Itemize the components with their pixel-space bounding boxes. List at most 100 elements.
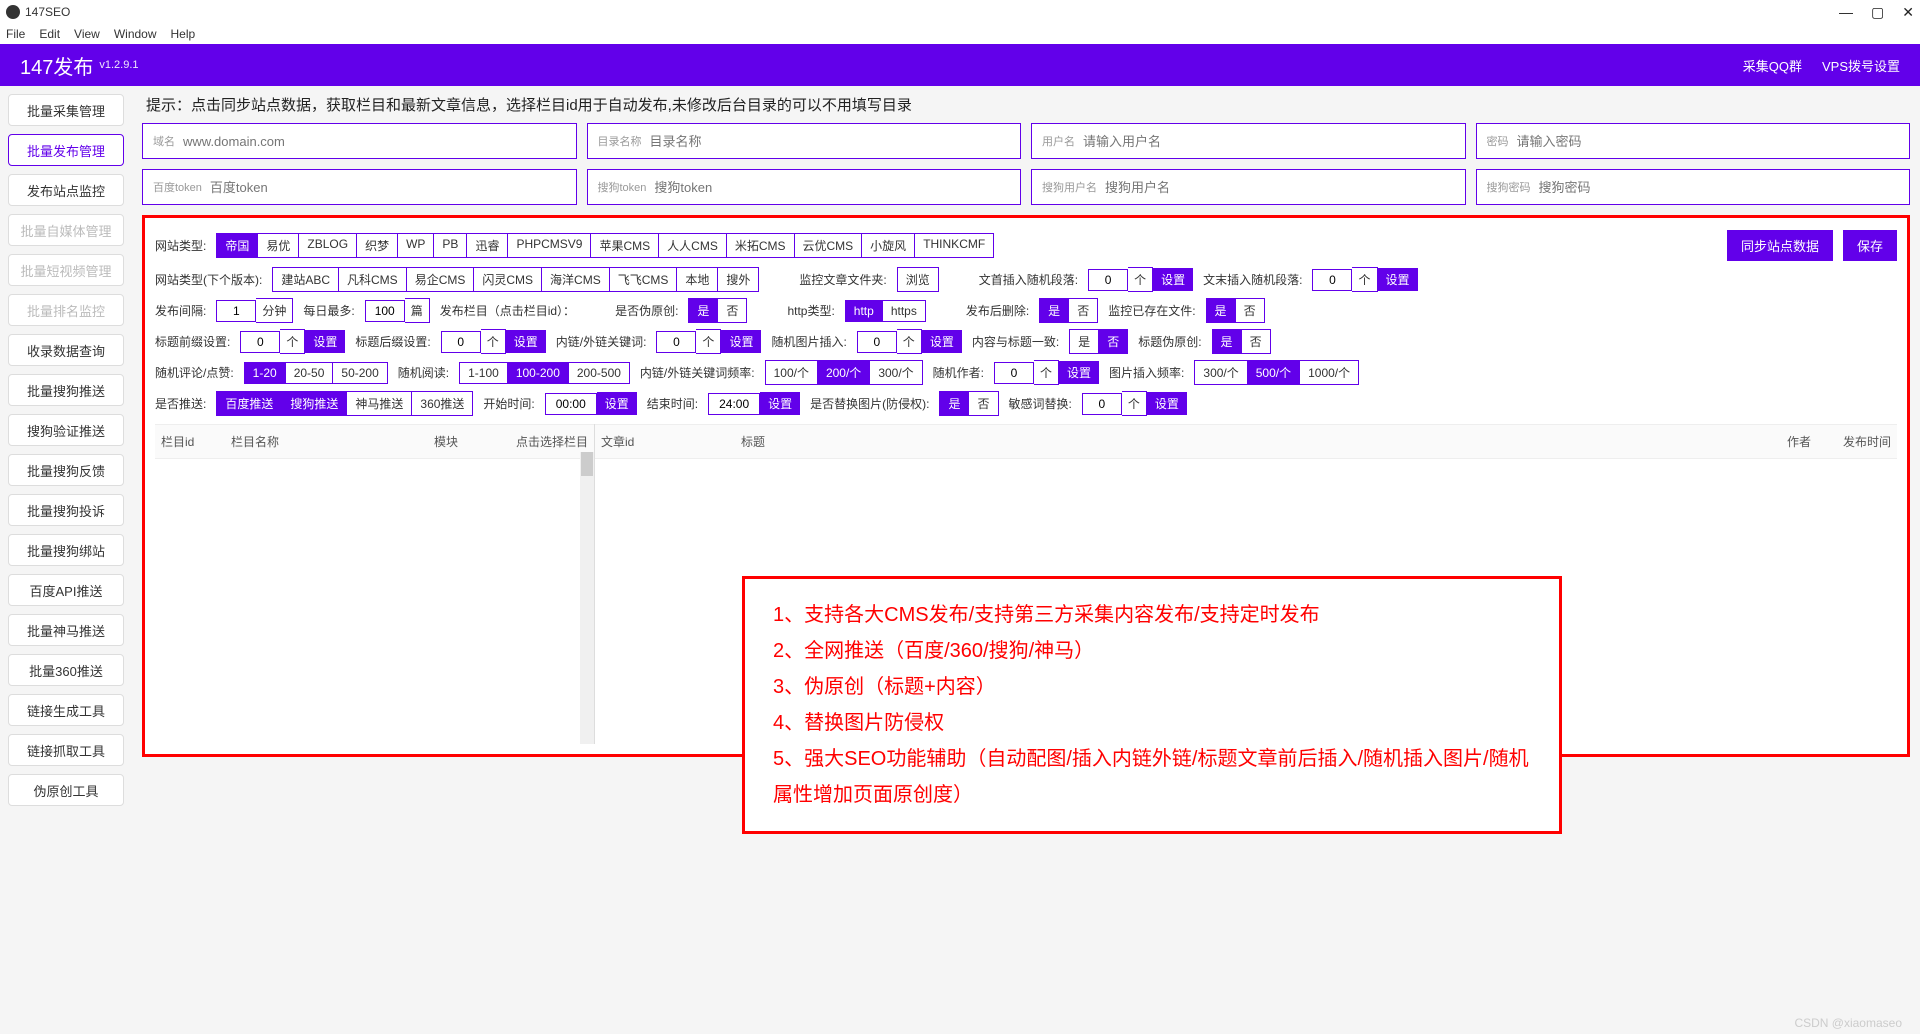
input-rand-head[interactable] — [1088, 269, 1128, 291]
ifreq-opt-1[interactable]: 500/个 — [1248, 360, 1300, 385]
scrollbar[interactable] — [580, 452, 594, 744]
sidebar-item-2[interactable]: 发布站点监控 — [8, 174, 124, 206]
input-sensitive[interactable] — [1082, 393, 1122, 415]
btn-start-time[interactable]: 设置 — [597, 392, 637, 415]
sidebar-item-17[interactable]: 伪原创工具 — [8, 774, 124, 806]
sidebar-item-14[interactable]: 批量360推送 — [8, 654, 124, 686]
sidebar-item-3[interactable]: 批量自媒体管理 — [8, 214, 124, 246]
types-opt-8[interactable]: 苹果CMS — [591, 233, 659, 258]
sidebar-item-1[interactable]: 批量发布管理 — [8, 134, 124, 166]
rcomment-opt-2[interactable]: 50-200 — [333, 362, 387, 384]
titlematch-yes[interactable]: 是 — [1069, 329, 1099, 354]
titlepseudo-yes[interactable]: 是 — [1212, 329, 1242, 354]
sidebar-item-10[interactable]: 批量搜狗投诉 — [8, 494, 124, 526]
lfreq-opt-1[interactable]: 200/个 — [818, 360, 870, 385]
btn-rand-head[interactable]: 设置 — [1153, 268, 1193, 291]
sidebar-item-12[interactable]: 百度API推送 — [8, 574, 124, 606]
input-rand-author[interactable] — [994, 362, 1034, 384]
types-opt-11[interactable]: 云优CMS — [795, 233, 863, 258]
types_next-opt-3[interactable]: 闪灵CMS — [474, 267, 542, 292]
push-opt-1[interactable]: 搜狗推送 — [282, 391, 347, 416]
types_next-opt-1[interactable]: 凡科CMS — [339, 267, 407, 292]
types-opt-3[interactable]: 织梦 — [357, 233, 398, 258]
browse-button[interactable]: 浏览 — [897, 267, 939, 292]
del-no[interactable]: 否 — [1069, 298, 1098, 323]
types_next-opt-5[interactable]: 飞飞CMS — [610, 267, 678, 292]
btn-prefix[interactable]: 设置 — [305, 330, 345, 353]
input-end-time[interactable] — [708, 393, 760, 415]
menu-help[interactable]: Help — [171, 27, 196, 41]
input-start-time[interactable] — [545, 393, 597, 415]
types-opt-0[interactable]: 帝国 — [216, 233, 258, 258]
btn-sensitive[interactable]: 设置 — [1147, 392, 1187, 415]
sidebar-item-6[interactable]: 收录数据查询 — [8, 334, 124, 366]
replaceimg-yes[interactable]: 是 — [939, 391, 969, 416]
sidebar-item-5[interactable]: 批量排名监控 — [8, 294, 124, 326]
btn-rand-tail[interactable]: 设置 — [1378, 268, 1418, 291]
input-domain[interactable] — [183, 134, 566, 149]
rcomment-opt-1[interactable]: 20-50 — [286, 362, 334, 384]
pseudo-yes[interactable]: 是 — [688, 298, 718, 323]
types_next-opt-6[interactable]: 本地 — [677, 267, 718, 292]
types-opt-6[interactable]: 迅睿 — [467, 233, 508, 258]
moncache-yes[interactable]: 是 — [1206, 298, 1236, 323]
titlematch-no[interactable]: 否 — [1099, 329, 1128, 354]
lfreq-opt-2[interactable]: 300/个 — [870, 360, 922, 385]
sidebar-item-11[interactable]: 批量搜狗绑站 — [8, 534, 124, 566]
types-opt-4[interactable]: WP — [398, 233, 434, 258]
input-user[interactable] — [1083, 134, 1455, 149]
types-opt-10[interactable]: 米拓CMS — [727, 233, 795, 258]
header-link-vps[interactable]: VPS拨号设置 — [1822, 56, 1900, 75]
btn-suffix[interactable]: 设置 — [506, 330, 546, 353]
input-pwd[interactable] — [1517, 134, 1900, 149]
btn-rand-author[interactable]: 设置 — [1059, 361, 1099, 384]
push-opt-3[interactable]: 360推送 — [412, 391, 473, 416]
input-randimg[interactable] — [857, 331, 897, 353]
pseudo-no[interactable]: 否 — [718, 298, 747, 323]
moncache-no[interactable]: 否 — [1236, 298, 1265, 323]
input-interval[interactable] — [216, 300, 256, 322]
btn-end-time[interactable]: 设置 — [760, 392, 800, 415]
save-button[interactable]: 保存 — [1843, 230, 1897, 261]
types_next-opt-4[interactable]: 海洋CMS — [542, 267, 610, 292]
titlepseudo-no[interactable]: 否 — [1242, 329, 1271, 354]
menu-file[interactable]: File — [6, 27, 25, 41]
minimize-button[interactable]: — — [1839, 4, 1853, 21]
rread-opt-2[interactable]: 200-500 — [569, 362, 630, 384]
types-opt-1[interactable]: 易优 — [258, 233, 299, 258]
rcomment-opt-0[interactable]: 1-20 — [244, 362, 286, 384]
sidebar-item-7[interactable]: 批量搜狗推送 — [8, 374, 124, 406]
input-dir[interactable] — [650, 134, 1011, 149]
types-opt-9[interactable]: 人人CMS — [659, 233, 727, 258]
types_next-opt-2[interactable]: 易企CMS — [407, 267, 475, 292]
input-btoken[interactable] — [210, 180, 566, 195]
push-opt-0[interactable]: 百度推送 — [216, 391, 282, 416]
rread-opt-0[interactable]: 1-100 — [459, 362, 508, 384]
menu-view[interactable]: View — [74, 27, 100, 41]
header-link-qq[interactable]: 采集QQ群 — [1743, 56, 1802, 75]
sidebar-item-9[interactable]: 批量搜狗反馈 — [8, 454, 124, 486]
input-suffix[interactable] — [441, 331, 481, 353]
sidebar-item-15[interactable]: 链接生成工具 — [8, 694, 124, 726]
maximize-button[interactable]: ▢ — [1871, 4, 1884, 21]
sidebar-item-13[interactable]: 批量神马推送 — [8, 614, 124, 646]
menu-edit[interactable]: Edit — [39, 27, 60, 41]
del-yes[interactable]: 是 — [1039, 298, 1069, 323]
sidebar-item-8[interactable]: 搜狗验证推送 — [8, 414, 124, 446]
input-stoken[interactable] — [654, 180, 1010, 195]
ifreq-opt-0[interactable]: 300/个 — [1194, 360, 1247, 385]
types_next-opt-7[interactable]: 搜外 — [718, 267, 759, 292]
btn-inlink[interactable]: 设置 — [721, 330, 761, 353]
sidebar-item-16[interactable]: 链接抓取工具 — [8, 734, 124, 766]
replaceimg-no[interactable]: 否 — [969, 391, 998, 416]
types-opt-12[interactable]: 小旋风 — [862, 233, 915, 258]
input-rand-tail[interactable] — [1312, 269, 1352, 291]
sidebar-item-4[interactable]: 批量短视频管理 — [8, 254, 124, 286]
types-opt-2[interactable]: ZBLOG — [299, 233, 357, 258]
sync-button[interactable]: 同步站点数据 — [1727, 230, 1833, 261]
input-daily[interactable] — [365, 300, 405, 322]
rread-opt-1[interactable]: 100-200 — [508, 362, 569, 384]
lfreq-opt-0[interactable]: 100/个 — [765, 360, 818, 385]
types-opt-7[interactable]: PHPCMSV9 — [508, 233, 591, 258]
http-option[interactable]: http — [845, 300, 883, 322]
